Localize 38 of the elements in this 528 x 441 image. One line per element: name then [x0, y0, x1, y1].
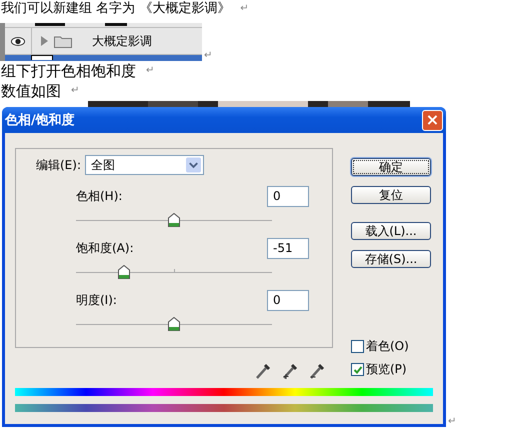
slider-thumb[interactable]: [168, 317, 180, 331]
slider-label: 饱和度(A):: [76, 240, 134, 256]
eyedropper-minus-icon[interactable]: [309, 362, 325, 380]
checkbox[interactable]: [351, 363, 364, 376]
slider-thumb[interactable]: [168, 213, 180, 227]
edit-dropdown[interactable]: 全图: [85, 155, 204, 175]
return-mark: ↵: [448, 416, 456, 427]
expand-arrow-icon[interactable]: [40, 36, 48, 46]
value-field[interactable]: 0: [267, 186, 309, 206]
slider-label: 色相(H):: [76, 188, 122, 204]
checkbox-label[interactable]: 预览(P): [366, 361, 407, 378]
value-field[interactable]: -51: [267, 238, 309, 258]
close-button[interactable]: ×: [422, 110, 443, 130]
dialog-button[interactable]: 复位: [351, 186, 431, 204]
return-mark: ↵: [71, 84, 80, 98]
eyedropper-icon[interactable]: [255, 362, 271, 380]
eye-icon[interactable]: [11, 36, 25, 46]
return-mark: ↵: [240, 2, 249, 16]
dialog-button[interactable]: 载入(L)...: [351, 222, 431, 240]
layer-name[interactable]: 大概定影调: [92, 32, 152, 50]
checkmark-icon: [352, 364, 362, 374]
paragraph-text: 我们可以新建组 名字为 《大概定影调》: [1, 0, 230, 18]
paragraph-text: 数值如图: [1, 81, 61, 101]
dialog-button[interactable]: 存储(S)...: [351, 250, 431, 268]
checkbox-label[interactable]: 着色(O): [366, 338, 409, 355]
dialog-button[interactable]: 确定: [351, 158, 431, 176]
slider-label: 明度(I):: [76, 292, 117, 308]
paragraph-text: 组下打开色相饱和度: [1, 61, 136, 81]
eyedropper-plus-icon[interactable]: [282, 362, 298, 380]
slider-thumb[interactable]: [118, 265, 130, 279]
edit-label: 编辑(E):: [36, 156, 81, 174]
layer-thumbnail: [31, 55, 53, 60]
window-title: 色相/饱和度: [5, 112, 75, 129]
checkbox[interactable]: [351, 340, 364, 353]
return-mark: ↵: [204, 50, 212, 61]
folder-icon: [54, 34, 72, 48]
return-mark: ↵: [146, 64, 154, 78]
value-field[interactable]: 0: [267, 290, 309, 310]
